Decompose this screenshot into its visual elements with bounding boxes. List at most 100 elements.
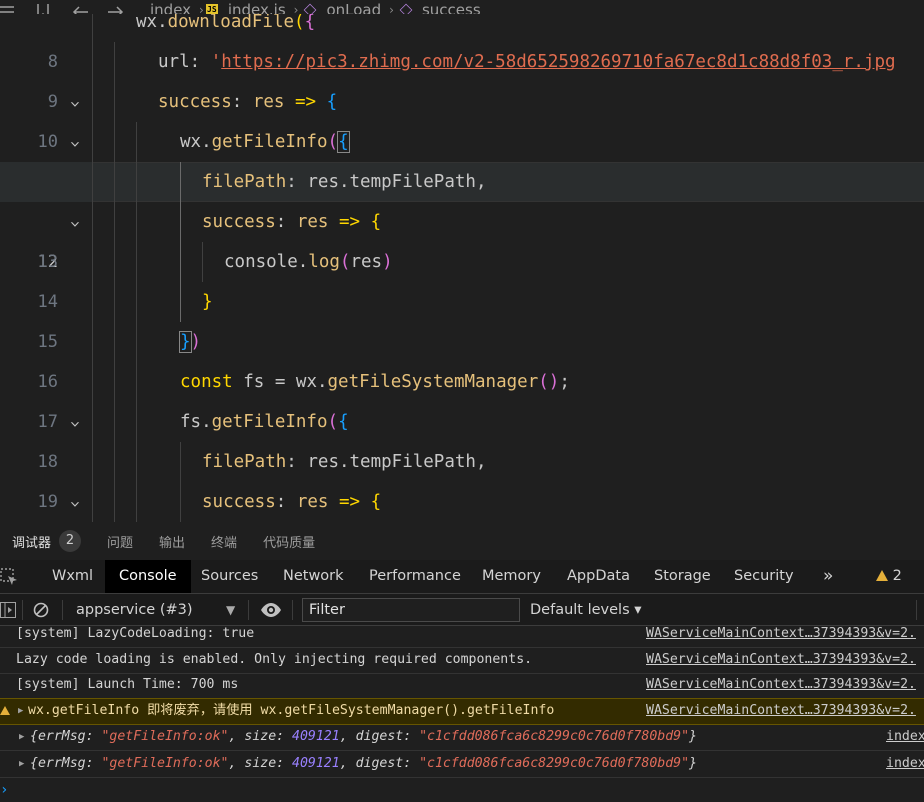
code-text: } — [202, 292, 213, 312]
code-line[interactable]: 14 console.log(res) — [0, 242, 924, 312]
console-prompt[interactable]: › — [0, 782, 8, 798]
console-toolbar: appservice (#3) ▼ Default levels ▾ — [0, 594, 924, 626]
bottom-panel-tabs: 调试器 2 问题 输出 终端 代码质量 — [0, 522, 924, 560]
code-line[interactable]: 17 const fs = wx.getFileSystemManager(); — [0, 362, 924, 432]
source-link[interactable]: WAServiceMainContext…37394393&v=2. — [646, 648, 916, 672]
tab-code-quality[interactable]: 代码质量 — [263, 532, 315, 551]
code-text: wx.getFileInfo({ — [180, 131, 350, 153]
devtools-tabs: Wxml Console Sources Network Performance… — [0, 560, 924, 594]
object-preview[interactable]: {errMsg: "getFileInfo:ok", size: 409121,… — [30, 725, 697, 749]
source-link[interactable]: index — [886, 725, 924, 749]
code-line[interactable]: 13 ⌄ success: res => { — [0, 202, 924, 272]
source-link[interactable]: WAServiceMainContext…37394393&v=2. — [646, 626, 916, 646]
fold-chevron-icon[interactable]: ⌄ — [64, 122, 86, 162]
message-text: Lazy code loading is enabled. Only injec… — [16, 652, 533, 667]
expand-triangle-icon[interactable]: ▶ — [19, 752, 24, 776]
bookmark-icon[interactable] — [36, 4, 50, 14]
back-arrow-icon[interactable] — [72, 4, 88, 14]
code-line[interactable]: 18 ⌄ fs.getFileInfo({ — [0, 402, 924, 472]
code-text: url: 'https://pic3.zhimg.com/v2-58d65259… — [158, 52, 896, 72]
code-line[interactable]: 16 }) — [0, 322, 924, 392]
breadcrumb: index › JS index.js › onLoad › success — [0, 0, 924, 14]
fold-chevron-icon[interactable]: ⌄ — [64, 82, 86, 122]
tab-security[interactable]: Security — [734, 560, 794, 593]
js-file-icon: JS — [205, 4, 218, 14]
console-output: [system] LazyCodeLoading: true WAService… — [0, 626, 924, 802]
chevron-right-icon: › — [199, 3, 204, 14]
tab-debugger-label: 调试器 — [12, 535, 52, 551]
console-warning: ▶ wx.getFileInfo 即将废弃，请使用 wx.getFileSyst… — [0, 698, 924, 725]
console-object-row[interactable]: ▶ {errMsg: "getFileInfo:ok", size: 40912… — [0, 725, 924, 751]
forward-arrow-icon[interactable] — [108, 4, 124, 14]
fold-chevron-icon[interactable]: ⌄ — [64, 482, 86, 522]
tab-console[interactable]: Console — [105, 560, 191, 593]
code-text: success: res => { — [158, 92, 338, 112]
code-line-current[interactable]: 12 filePath: res.tempFilePath, — [0, 162, 924, 272]
code-text: console.log(res) — [224, 252, 393, 272]
code-line[interactable]: 19 filePath: res.tempFilePath, — [0, 442, 924, 512]
source-link[interactable]: WAServiceMainContext…37394393&v=2. — [646, 673, 916, 697]
tab-memory[interactable]: Memory — [482, 560, 541, 593]
debugger-count-badge: 2 — [59, 530, 82, 552]
code-editor[interactable]: 8 wx.downloadFile({ 9 url: 'https://pic3… — [0, 14, 924, 522]
expand-triangle-icon[interactable]: ▶ — [19, 725, 24, 749]
code-text: const fs = wx.getFileSystemManager(); — [180, 372, 570, 392]
warning-icon — [0, 706, 10, 715]
source-link[interactable]: WAServiceMainContext…37394393&v=2. — [646, 699, 916, 723]
code-text: wx.downloadFile({ — [136, 14, 316, 32]
more-tabs-button[interactable]: » — [823, 560, 833, 593]
warning-icon — [876, 570, 888, 581]
code-text: success: res => { — [202, 492, 382, 512]
tab-storage[interactable]: Storage — [654, 560, 711, 593]
console-object-row[interactable]: ▶ {errMsg: "getFileInfo:ok", size: 40912… — [0, 752, 924, 778]
breadcrumb-folder[interactable]: index — [150, 1, 191, 14]
tab-wxml[interactable]: Wxml — [52, 560, 93, 593]
log-levels-dropdown[interactable]: Default levels ▾ — [530, 594, 642, 626]
inspect-element-icon[interactable] — [0, 568, 18, 586]
context-selector[interactable]: appservice (#3) — [76, 594, 193, 626]
tab-output[interactable]: 输出 — [159, 532, 185, 551]
console-message: Lazy code loading is enabled. Only injec… — [0, 648, 924, 674]
object-preview[interactable]: {errMsg: "getFileInfo:ok", size: 409121,… — [30, 752, 697, 776]
code-text: filePath: res.tempFilePath, — [202, 172, 487, 192]
source-link[interactable]: index — [886, 752, 924, 776]
breadcrumb-callback[interactable]: success — [422, 1, 481, 14]
tab-network[interactable]: Network — [283, 560, 344, 593]
breadcrumb-method[interactable]: onLoad — [326, 1, 381, 14]
clear-console-icon[interactable] — [33, 602, 49, 622]
tab-sources[interactable]: Sources — [201, 560, 258, 593]
method-icon — [304, 3, 317, 14]
breadcrumb-file[interactable]: index.js — [228, 1, 286, 14]
menu-icon[interactable] — [0, 4, 14, 14]
tab-performance[interactable]: Performance — [369, 560, 461, 593]
code-line[interactable]: 20 ⌄ success: res => { — [0, 482, 924, 522]
eye-icon[interactable] — [260, 602, 282, 622]
warnings-indicator[interactable]: 2 — [876, 560, 902, 593]
code-text: success: res => { — [202, 212, 382, 232]
console-message: [system] LazyCodeLoading: true WAService… — [0, 626, 924, 648]
message-text: [system] LazyCodeLoading: true — [16, 626, 255, 641]
code-line[interactable]: 11 ⌄ wx.getFileInfo({ — [0, 122, 924, 192]
code-text: }) — [179, 331, 202, 353]
code-line[interactable]: 8 wx.downloadFile({ — [0, 14, 924, 72]
fold-chevron-icon[interactable]: ⌄ — [64, 402, 86, 442]
code-text: fs.getFileInfo({ — [180, 412, 349, 432]
tab-terminal[interactable]: 终端 — [211, 532, 237, 551]
sidebar-toggle-icon[interactable] — [0, 602, 16, 622]
tab-issues[interactable]: 问题 — [107, 532, 133, 551]
code-line[interactable]: 9 url: 'https://pic3.zhimg.com/v2-58d652… — [0, 42, 924, 112]
code-text: filePath: res.tempFilePath, — [202, 452, 487, 472]
caret-down-icon[interactable]: ▼ — [226, 594, 235, 626]
chevron-right-icon: › — [389, 3, 394, 14]
code-line[interactable]: 15 } — [0, 282, 924, 352]
message-text: wx.getFileInfo 即将废弃，请使用 wx.getFileSystem… — [28, 703, 555, 718]
fold-chevron-icon[interactable]: ⌄ — [64, 202, 86, 242]
tab-debugger[interactable]: 调试器 2 — [12, 530, 82, 552]
tab-appdata[interactable]: AppData — [567, 560, 630, 593]
chevron-right-icon: › — [293, 3, 299, 14]
expand-triangle-icon[interactable]: ▶ — [18, 699, 23, 723]
method-icon — [399, 3, 413, 14]
console-message: [system] Launch Time: 700 ms WAServiceMa… — [0, 673, 924, 699]
code-line[interactable]: 10 ⌄ success: res => { — [0, 82, 924, 152]
console-filter-input[interactable] — [302, 598, 520, 622]
